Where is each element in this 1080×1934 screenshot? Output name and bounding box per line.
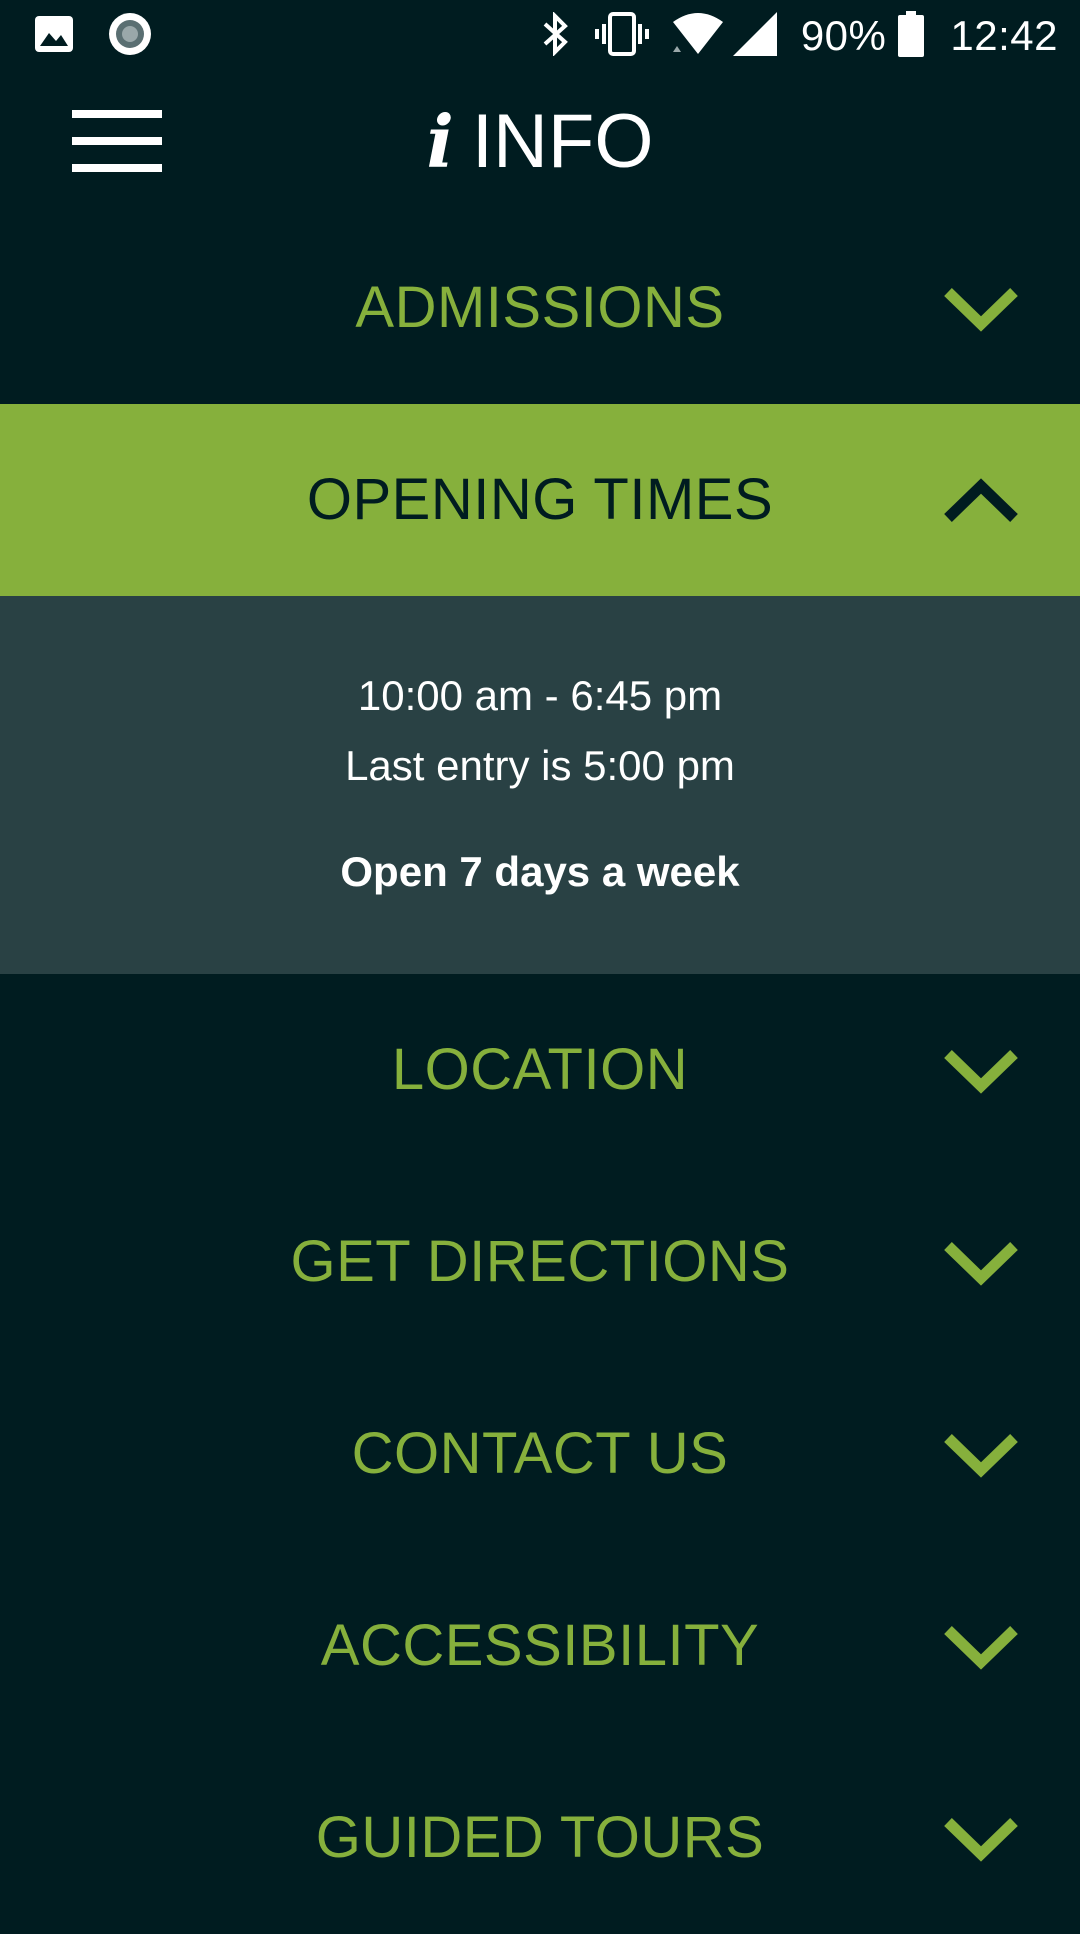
accordion-item-label: ACCESSIBILITY: [320, 1613, 760, 1678]
chevron-down-icon[interactable]: [942, 1428, 1020, 1480]
accordion-item-label: ADMISSIONS: [355, 275, 725, 340]
notification-icons: [34, 12, 186, 61]
battery-percent: 90%: [800, 12, 887, 59]
clock: 12:42: [950, 12, 1058, 59]
opening-hours: 10:00 am - 6:45 pm: [357, 672, 723, 719]
accordion-item-get-directions[interactable]: GET DIRECTIONS: [0, 1166, 1080, 1358]
chevron-down-icon[interactable]: [942, 1812, 1020, 1864]
signal-icon: [732, 11, 777, 61]
accordion-item-admissions[interactable]: ADMISSIONS: [0, 212, 1080, 404]
app-screen: 90% 12:42 i INFO ADMISSIONS OPENING TIME…: [0, 0, 1080, 1920]
last-entry-text: Last entry is 5:00 pm: [345, 742, 735, 789]
wifi-icon: [671, 12, 725, 61]
accordion-item-location[interactable]: LOCATION: [0, 974, 1080, 1166]
accordion-item-contact-us[interactable]: CONTACT US: [0, 1358, 1080, 1550]
record-notification-icon: [108, 12, 152, 61]
accordion-item-opening-times[interactable]: OPENING TIMES: [0, 404, 1080, 596]
vibrate-icon: [594, 11, 649, 61]
accordion-item-label: CONTACT US: [351, 1421, 729, 1486]
chevron-down-icon[interactable]: [942, 1620, 1020, 1672]
status-bar: 90% 12:42: [0, 0, 1080, 72]
accordion-item-accessibility[interactable]: ACCESSIBILITY: [0, 1550, 1080, 1742]
accordion-item-guided-tours[interactable]: GUIDED TOURS: [0, 1742, 1080, 1934]
chevron-down-icon[interactable]: [942, 1044, 1020, 1096]
image-notification-icon: [34, 15, 74, 58]
chevron-down-icon[interactable]: [942, 282, 1020, 334]
accordion-item-label: OPENING TIMES: [306, 467, 774, 532]
battery-icon: [898, 10, 925, 62]
info-accordion: ADMISSIONS OPENING TIMES 10:00 am - 6:45…: [0, 212, 1080, 1934]
page-title-text: INFO: [471, 99, 654, 184]
system-status-icons: 90% 12:42: [541, 8, 1058, 64]
chevron-up-icon[interactable]: [942, 474, 1020, 526]
accordion-item-label: LOCATION: [391, 1037, 689, 1102]
chevron-down-icon[interactable]: [942, 1236, 1020, 1288]
accordion-item-label: GET DIRECTIONS: [290, 1229, 790, 1294]
bluetooth-icon: [541, 10, 571, 61]
info-icon: i: [426, 99, 454, 184]
page-title: i INFO: [0, 102, 1080, 182]
accordion-item-label: GUIDED TOURS: [315, 1805, 765, 1870]
app-header: i INFO: [0, 72, 1080, 212]
open-days-text: Open 7 days a week: [340, 848, 740, 895]
opening-times-panel: 10:00 am - 6:45 pm Last entry is 5:00 pm…: [0, 596, 1080, 974]
